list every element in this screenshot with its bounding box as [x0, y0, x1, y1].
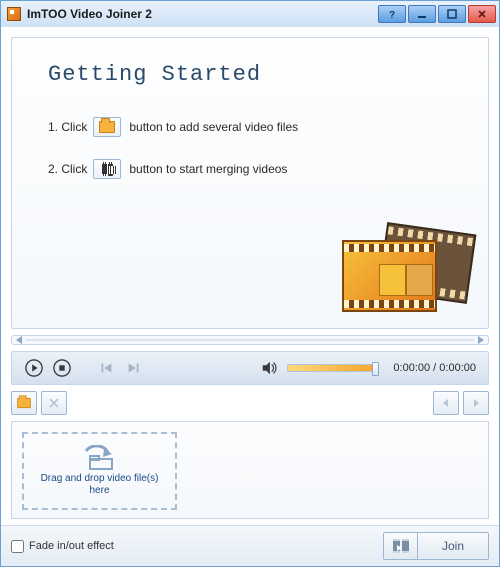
getting-started-title: Getting Started — [48, 62, 462, 87]
add-files-icon-inline — [93, 117, 121, 137]
join-icon — [383, 532, 417, 560]
window-title: ImTOO Video Joiner 2 — [27, 7, 152, 21]
time-display: 0:00:00 / 0:00:00 — [393, 362, 476, 374]
joiner-illustration — [342, 228, 472, 318]
timeline-area — [11, 335, 489, 345]
step-2: 2. Click button to start merging videos — [48, 159, 462, 179]
join-group: Join — [383, 532, 489, 560]
step-1: 1. Click button to add several video fil… — [48, 117, 462, 137]
step-1-pre: 1. Click — [48, 120, 87, 134]
seek-track[interactable] — [11, 335, 489, 345]
add-file-button[interactable] — [11, 391, 37, 415]
playback-controls: 0:00:00 / 0:00:00 — [11, 351, 489, 385]
bottom-bar: Fade in/out effect Join — [1, 525, 499, 566]
track-start-icon — [16, 336, 24, 344]
fade-effect-option[interactable]: Fade in/out effect — [11, 540, 114, 553]
app-window: ImTOO Video Joiner 2 ? Getting Started 1… — [0, 0, 500, 567]
titlebar: ImTOO Video Joiner 2 ? — [1, 1, 499, 27]
merge-icon-inline — [93, 159, 121, 179]
stop-button[interactable] — [52, 358, 72, 378]
folder-icon — [17, 398, 31, 408]
volume-icon[interactable] — [259, 358, 279, 378]
step-2-pre: 2. Click — [48, 162, 87, 176]
close-button[interactable] — [468, 5, 496, 23]
track-end-icon — [476, 336, 484, 344]
fade-checkbox[interactable] — [11, 540, 24, 553]
fade-label: Fade in/out effect — [29, 540, 114, 552]
app-icon — [7, 7, 21, 21]
volume-slider[interactable] — [287, 364, 377, 372]
move-left-button[interactable] — [433, 391, 459, 415]
file-list-area: Drag and drop video file(s) here — [11, 421, 489, 519]
titlebar-controls: ? — [378, 5, 496, 23]
step-2-post: button to start merging videos — [129, 162, 287, 176]
remove-file-button[interactable] — [41, 391, 67, 415]
maximize-button[interactable] — [438, 5, 466, 23]
drop-arrow-icon — [80, 445, 120, 471]
drop-zone[interactable]: Drag and drop video file(s) here — [22, 432, 177, 510]
content-area: Getting Started 1. Click button to add s… — [1, 27, 499, 525]
svg-text:?: ? — [389, 10, 395, 20]
drop-zone-label: Drag and drop video file(s) here — [24, 473, 175, 497]
folder-icon — [99, 121, 115, 133]
join-button-label: Join — [442, 539, 464, 553]
getting-started-panel: Getting Started 1. Click button to add s… — [11, 37, 489, 329]
minimize-button[interactable] — [408, 5, 436, 23]
file-toolbar — [11, 391, 489, 415]
join-button[interactable]: Join — [417, 532, 489, 560]
next-button[interactable] — [124, 358, 144, 378]
move-right-button[interactable] — [463, 391, 489, 415]
film-icon — [102, 162, 113, 176]
step-1-post: button to add several video files — [129, 120, 298, 134]
play-button[interactable] — [24, 358, 44, 378]
prev-button[interactable] — [96, 358, 116, 378]
help-button[interactable]: ? — [378, 5, 406, 23]
